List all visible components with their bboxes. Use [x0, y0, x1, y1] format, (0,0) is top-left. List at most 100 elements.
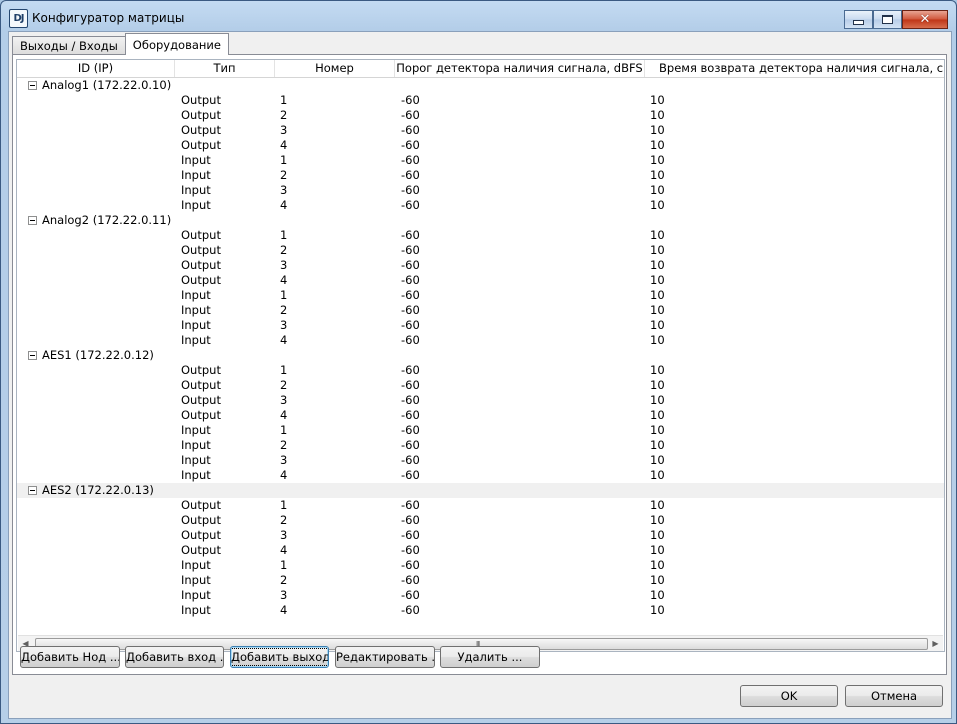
equipment-tree-view[interactable]: ID (IP) Тип Номер Порог детектора наличи… — [16, 59, 945, 652]
collapse-icon[interactable] — [28, 351, 37, 360]
tree-item-row[interactable]: Input 1 -60 10 — [17, 558, 944, 573]
tab-outputs-inputs[interactable]: Выходы / Входы — [12, 36, 126, 55]
cell-number: 4 — [280, 468, 288, 482]
cell-number: 2 — [280, 513, 288, 527]
tree-item-row[interactable]: Input 2 -60 10 — [17, 168, 944, 183]
cell-type: Input — [181, 453, 211, 467]
minimize-icon — [853, 20, 864, 25]
cancel-button[interactable]: Отмена — [845, 685, 943, 707]
cell-type: Output — [181, 393, 221, 407]
tree-item-row[interactable]: Input 3 -60 10 — [17, 183, 944, 198]
tree-item-row[interactable]: Output 3 -60 10 — [17, 528, 944, 543]
cell-return-time: 10 — [650, 378, 665, 392]
tree-group-row[interactable]: Analog1 (172.22.0.10) — [17, 78, 944, 93]
tree-item-row[interactable]: Input 3 -60 10 — [17, 588, 944, 603]
close-button[interactable]: ✕ — [902, 10, 948, 29]
cell-number: 4 — [280, 273, 288, 287]
tree-item-row[interactable]: Input 2 -60 10 — [17, 303, 944, 318]
tree-item-row[interactable]: Output 2 -60 10 — [17, 108, 944, 123]
title-bar[interactable]: DJ Конфигуратор матрицы ✕ — [1, 1, 956, 35]
tree-item-row[interactable]: Output 1 -60 10 — [17, 363, 944, 378]
tree-item-row[interactable]: Input 3 -60 10 — [17, 453, 944, 468]
tree-group-row[interactable]: Analog2 (172.22.0.11) — [17, 213, 944, 228]
collapse-icon[interactable] — [28, 81, 37, 90]
tree-item-row[interactable]: Output 3 -60 10 — [17, 258, 944, 273]
cell-return-time: 10 — [650, 333, 665, 347]
tree-item-row[interactable]: Output 2 -60 10 — [17, 243, 944, 258]
tree-item-row[interactable]: Input 3 -60 10 — [17, 318, 944, 333]
edit-button[interactable]: Редактировать ... — [335, 646, 435, 668]
cell-type: Input — [181, 183, 211, 197]
tree-group-row[interactable]: AES2 (172.22.0.13) — [17, 483, 944, 498]
cell-threshold: -60 — [401, 243, 420, 257]
add-output-label: Добавить выход ... — [231, 648, 328, 666]
cell-return-time: 10 — [650, 603, 665, 617]
tree-item-row[interactable]: Input 4 -60 10 — [17, 468, 944, 483]
tree-item-row[interactable]: Output 2 -60 10 — [17, 513, 944, 528]
minimize-button[interactable] — [844, 10, 873, 29]
tree-item-row[interactable]: Output 4 -60 10 — [17, 138, 944, 153]
column-header-row: ID (IP) Тип Номер Порог детектора наличи… — [17, 60, 944, 78]
cell-number: 2 — [280, 573, 288, 587]
dialog-client-area: Выходы / Входы Оборудование ID (IP) Тип … — [8, 31, 952, 719]
cell-return-time: 10 — [650, 543, 665, 557]
column-header-id[interactable]: ID (IP) — [17, 60, 175, 77]
add-node-label: Добавить Нод ... — [21, 650, 120, 664]
tree-item-row[interactable]: Output 4 -60 10 — [17, 273, 944, 288]
cell-type: Input — [181, 333, 211, 347]
tree-item-row[interactable]: Output 1 -60 10 — [17, 228, 944, 243]
tree-item-row[interactable]: Input 2 -60 10 — [17, 438, 944, 453]
tree-item-row[interactable]: Output 1 -60 10 — [17, 498, 944, 513]
cell-return-time: 10 — [650, 273, 665, 287]
cell-number: 2 — [280, 168, 288, 182]
tree-item-row[interactable]: Output 4 -60 10 — [17, 408, 944, 423]
column-header-threshold[interactable]: Порог детектора наличия сигнала, dBFS — [395, 60, 645, 77]
cell-number: 3 — [280, 123, 288, 137]
cell-number: 4 — [280, 408, 288, 422]
tree-item-row[interactable]: Output 2 -60 10 — [17, 378, 944, 393]
cell-type: Input — [181, 318, 211, 332]
cell-threshold: -60 — [401, 453, 420, 467]
tree-group-row[interactable]: AES1 (172.22.0.12) — [17, 348, 944, 363]
cell-type: Output — [181, 363, 221, 377]
tree-item-row[interactable]: Input 4 -60 10 — [17, 603, 944, 618]
delete-button[interactable]: Удалить ... — [440, 646, 540, 668]
cell-type: Output — [181, 138, 221, 152]
cell-type: Input — [181, 603, 211, 617]
cell-threshold: -60 — [401, 498, 420, 512]
collapse-icon[interactable] — [28, 216, 37, 225]
tab-equipment[interactable]: Оборудование — [124, 33, 229, 55]
cell-threshold: -60 — [401, 303, 420, 317]
tree-item-row[interactable]: Input 1 -60 10 — [17, 153, 944, 168]
cell-return-time: 10 — [650, 183, 665, 197]
scroll-right-icon[interactable]: ▶ — [928, 636, 943, 651]
add-node-button[interactable]: Добавить Нод ... — [20, 646, 120, 668]
tree-item-row[interactable]: Input 2 -60 10 — [17, 573, 944, 588]
add-output-button[interactable]: Добавить выход ... — [230, 646, 329, 668]
cell-type: Input — [181, 423, 211, 437]
tree-item-row[interactable]: Input 4 -60 10 — [17, 198, 944, 213]
column-header-number[interactable]: Номер — [275, 60, 395, 77]
edit-label: Редактировать ... — [336, 650, 435, 664]
column-header-type[interactable]: Тип — [175, 60, 275, 77]
cell-number: 3 — [280, 528, 288, 542]
tree-item-row[interactable]: Input 4 -60 10 — [17, 333, 944, 348]
maximize-button[interactable] — [873, 10, 902, 29]
tree-item-row[interactable]: Output 1 -60 10 — [17, 93, 944, 108]
tree-item-row[interactable]: Input 1 -60 10 — [17, 423, 944, 438]
add-input-button[interactable]: Добавить вход ... — [125, 646, 224, 668]
tree-item-row[interactable]: Input 1 -60 10 — [17, 288, 944, 303]
tree-item-row[interactable]: Output 4 -60 10 — [17, 543, 944, 558]
cell-threshold: -60 — [401, 468, 420, 482]
cell-number: 4 — [280, 198, 288, 212]
ok-button[interactable]: OK — [740, 685, 838, 707]
tree-item-row[interactable]: Output 3 -60 10 — [17, 123, 944, 138]
column-header-return-time[interactable]: Время возврата детектора наличия сигнала… — [645, 60, 944, 77]
cell-number: 3 — [280, 258, 288, 272]
cell-number: 1 — [280, 498, 288, 512]
tree-item-row[interactable]: Output 3 -60 10 — [17, 393, 944, 408]
collapse-icon[interactable] — [28, 486, 37, 495]
cell-threshold: -60 — [401, 318, 420, 332]
delete-label: Удалить ... — [457, 650, 523, 664]
cell-number: 2 — [280, 378, 288, 392]
